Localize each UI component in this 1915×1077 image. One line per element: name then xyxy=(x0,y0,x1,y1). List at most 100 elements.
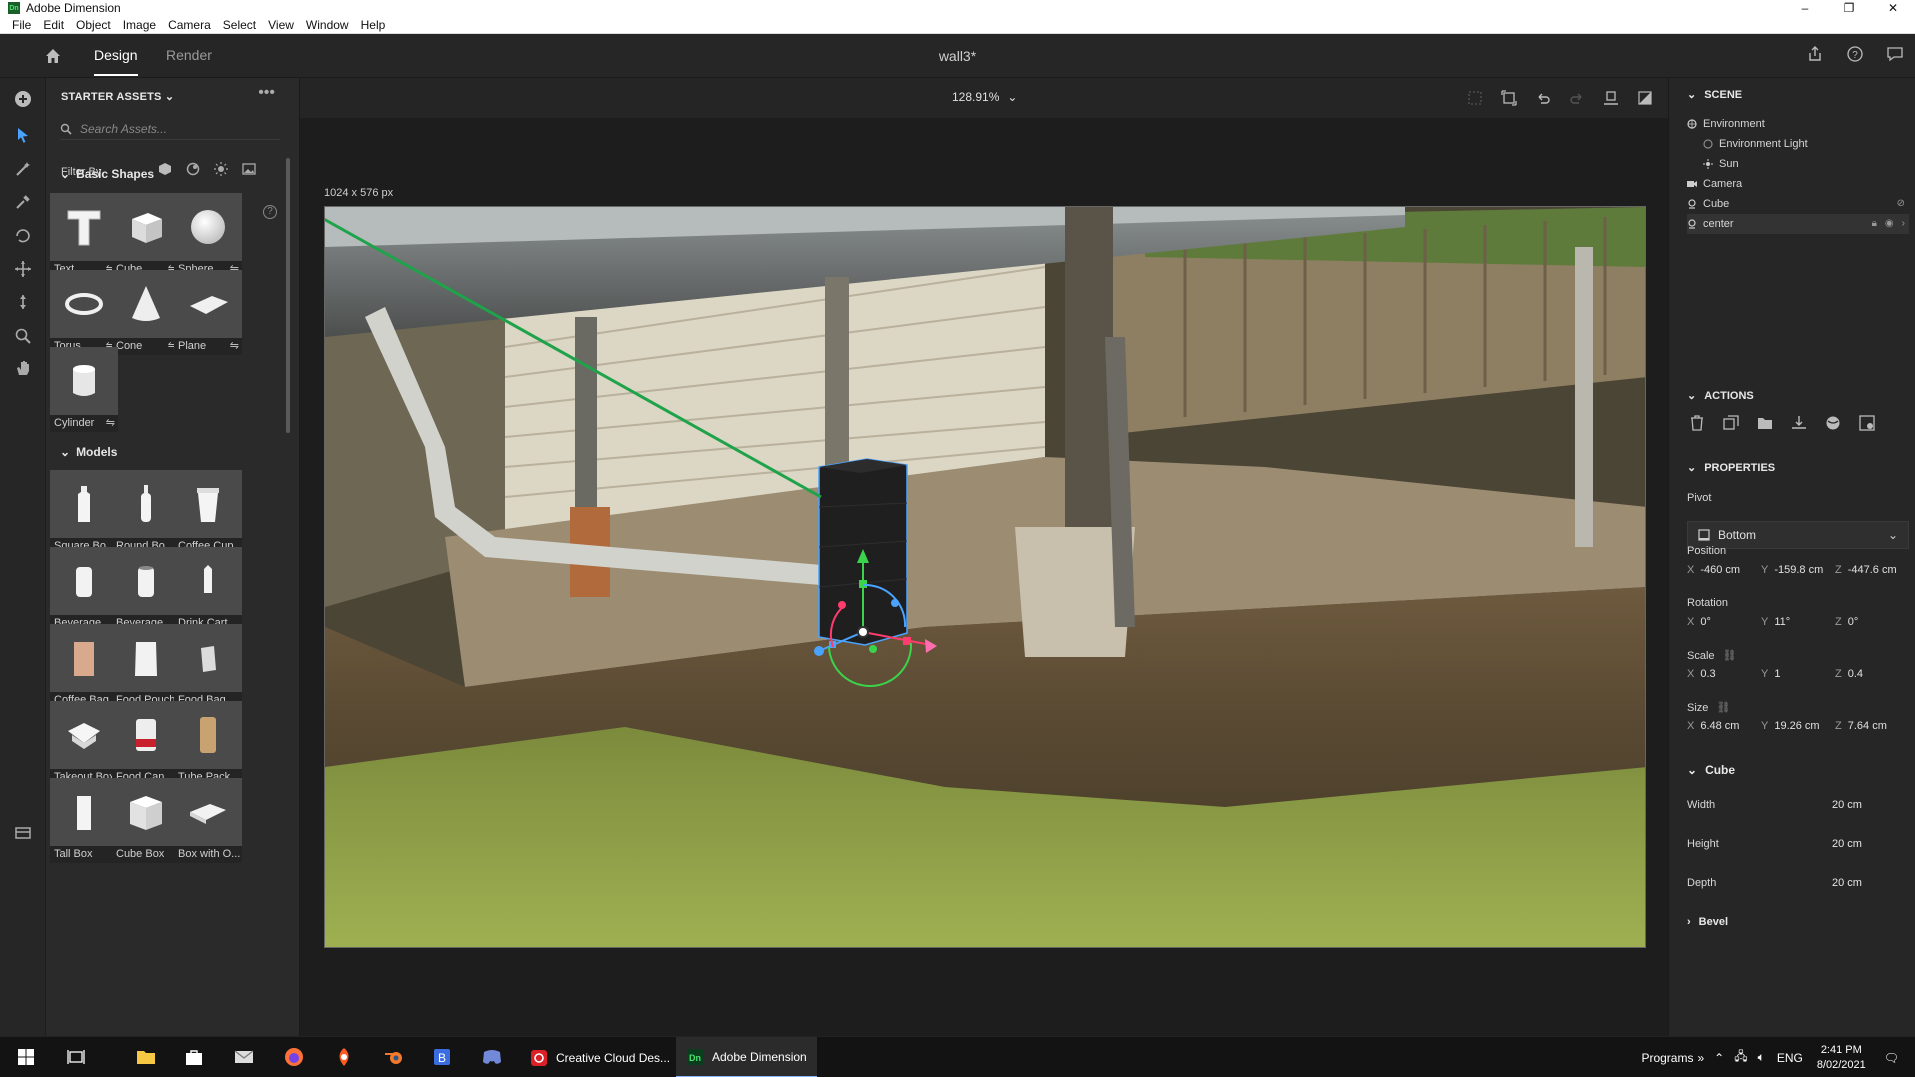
chevron-right-icon[interactable]: › xyxy=(1902,218,1905,229)
feedback-icon[interactable] xyxy=(1875,45,1915,63)
asset-tile-square-bottle[interactable]: Square Bo... xyxy=(50,470,118,555)
fit-view-icon[interactable] xyxy=(1498,87,1520,109)
notifications-icon[interactable]: 🗨︎ xyxy=(1884,1051,1899,1065)
filter-models-icon[interactable] xyxy=(158,162,172,176)
rotation-y-field[interactable]: 11° xyxy=(1774,616,1790,628)
assets-scrollbar[interactable] xyxy=(286,158,290,433)
scene-section-header[interactable]: ⌄ SCENE xyxy=(1687,88,1742,102)
asset-tile-cube-box[interactable]: Cube Box xyxy=(112,778,180,863)
network-icon[interactable]: 🖧︎ xyxy=(1734,1047,1747,1068)
share-icon[interactable] xyxy=(1795,45,1835,63)
programs-toolbar[interactable]: Programs xyxy=(1641,1051,1693,1065)
asset-tile-food-bag[interactable]: Food Bag xyxy=(174,624,242,709)
menu-window[interactable]: Window xyxy=(306,18,349,32)
drop-to-ground-icon[interactable] xyxy=(1600,87,1622,109)
scale-z-field[interactable]: 0.4 xyxy=(1848,668,1863,680)
depth-field[interactable]: 20 cm xyxy=(1832,877,1862,889)
visibility-hidden-icon[interactable]: ⊘ xyxy=(1897,198,1905,209)
group-icon[interactable] xyxy=(1755,413,1775,433)
close-button[interactable]: ✕ xyxy=(1871,0,1915,16)
language-indicator[interactable]: ENG xyxy=(1777,1051,1803,1065)
asset-tile-box-with-opening[interactable]: Box with O... xyxy=(174,778,242,863)
layer-environment-light[interactable]: Environment Light xyxy=(1703,134,1909,154)
volume-icon[interactable]: 🔈︎ xyxy=(1758,1050,1765,1065)
firefox-icon[interactable] xyxy=(284,1047,304,1067)
rotation-z-field[interactable]: 0° xyxy=(1848,616,1859,628)
position-x-field[interactable]: -460 cm xyxy=(1700,564,1740,576)
asset-tile-round-bottle[interactable]: Round Bo... xyxy=(112,470,180,555)
windows-start-icon[interactable] xyxy=(16,1047,36,1067)
layer-camera[interactable]: Camera xyxy=(1687,174,1909,194)
asset-tile-text[interactable]: Text ⇋ xyxy=(50,193,118,278)
asset-tile-coffee-bag[interactable]: Coffee Bag xyxy=(50,624,118,709)
position-z-field[interactable]: -447.6 cm xyxy=(1848,564,1897,576)
size-z-field[interactable]: 7.64 cm xyxy=(1848,720,1887,732)
task-view-icon[interactable] xyxy=(66,1047,86,1067)
zoom-icon[interactable] xyxy=(12,325,34,347)
size-y-field[interactable]: 19.26 cm xyxy=(1774,720,1819,732)
add-icon[interactable] xyxy=(12,88,34,110)
lock-icon[interactable]: 🔒︎ xyxy=(1872,218,1877,229)
app-b-icon[interactable]: B xyxy=(432,1047,452,1067)
delete-icon[interactable] xyxy=(1687,413,1707,433)
position-y-field[interactable]: -159.8 cm xyxy=(1774,564,1823,576)
menu-view[interactable]: View xyxy=(268,18,294,32)
asset-tile-cone[interactable]: Cone ⇋ xyxy=(112,270,180,355)
asset-tile-coffee-cup[interactable]: Coffee Cup xyxy=(174,470,242,555)
rotation-x-field[interactable]: 0° xyxy=(1700,616,1711,628)
tab-render[interactable]: Render xyxy=(166,47,212,63)
eye-icon[interactable]: ◉ xyxy=(1885,218,1894,229)
help-icon[interactable]: ? xyxy=(1835,45,1875,63)
taskbar-adobe-dimension[interactable]: Dn Adobe Dimension xyxy=(676,1037,817,1077)
asset-tile-torus[interactable]: Torus ⇋ xyxy=(50,270,118,355)
filter-images-icon[interactable] xyxy=(242,162,256,176)
blender-icon[interactable] xyxy=(384,1047,404,1067)
scale-x-field[interactable]: 0.3 xyxy=(1700,668,1715,680)
orbit-icon[interactable] xyxy=(12,225,34,247)
actions-section-header[interactable]: ⌄ ACTIONS xyxy=(1687,389,1754,403)
place-on-ground-icon[interactable] xyxy=(1789,413,1809,433)
material-icon[interactable] xyxy=(1823,413,1843,433)
asset-tile-food-pouch[interactable]: Food Pouch xyxy=(112,624,180,709)
scale-y-field[interactable]: 1 xyxy=(1774,668,1780,680)
asset-tile-takeout-box[interactable]: Takeout Box xyxy=(50,701,118,786)
dolly-icon[interactable] xyxy=(12,291,34,313)
menu-object[interactable]: Object xyxy=(76,18,111,32)
minimize-button[interactable]: – xyxy=(1783,0,1827,16)
undo-icon[interactable] xyxy=(1532,87,1554,109)
redo-icon[interactable] xyxy=(1566,87,1588,109)
home-icon[interactable] xyxy=(44,47,62,65)
cube-section-header[interactable]: ⌄ Cube xyxy=(1687,763,1735,777)
clock[interactable]: 2:41 PM 8/02/2021 xyxy=(1817,1043,1866,1073)
taskbar-creative-cloud[interactable]: Creative Cloud Des... xyxy=(520,1037,680,1077)
menu-edit[interactable]: Edit xyxy=(43,18,64,32)
chevron-up-icon[interactable]: ⌃ xyxy=(1714,1051,1724,1065)
menu-file[interactable]: File xyxy=(12,18,31,32)
menu-camera[interactable]: Camera xyxy=(168,18,211,32)
discord-icon[interactable] xyxy=(482,1047,502,1067)
menu-select[interactable]: Select xyxy=(223,18,256,32)
options-icon[interactable]: ⇋ xyxy=(106,415,115,432)
render-preview-icon[interactable] xyxy=(1634,87,1656,109)
select-tool-icon[interactable] xyxy=(12,124,34,146)
maximize-button[interactable]: ❐ xyxy=(1827,0,1871,16)
asset-tile-beverage-2[interactable]: Beverage ... xyxy=(112,547,180,632)
height-field[interactable]: 20 cm xyxy=(1832,838,1862,850)
frame-icon[interactable] xyxy=(1464,87,1486,109)
layer-environment[interactable]: Environment xyxy=(1687,114,1909,134)
asset-tile-plane[interactable]: Plane ⇋ xyxy=(174,270,242,355)
app-orange-icon[interactable] xyxy=(334,1047,354,1067)
duplicate-icon[interactable] xyxy=(1721,413,1741,433)
panel-toggle-icon[interactable] xyxy=(12,822,34,844)
file-explorer-icon[interactable] xyxy=(136,1047,156,1067)
asset-tile-drink-carton[interactable]: Drink Cart... xyxy=(174,547,242,632)
asset-tile-tube-package[interactable]: Tube Pack... xyxy=(174,701,242,786)
layer-center[interactable]: center 🔒︎ ◉ › xyxy=(1687,214,1909,234)
tab-design[interactable]: Design xyxy=(94,47,138,76)
models-header[interactable]: ⌄ Models xyxy=(60,445,117,459)
search-input[interactable] xyxy=(80,121,270,136)
asset-tile-food-can[interactable]: Food Can xyxy=(112,701,180,786)
layer-sun[interactable]: Sun xyxy=(1703,154,1909,174)
scene-canvas[interactable] xyxy=(324,206,1646,948)
move-icon[interactable] xyxy=(12,258,34,280)
